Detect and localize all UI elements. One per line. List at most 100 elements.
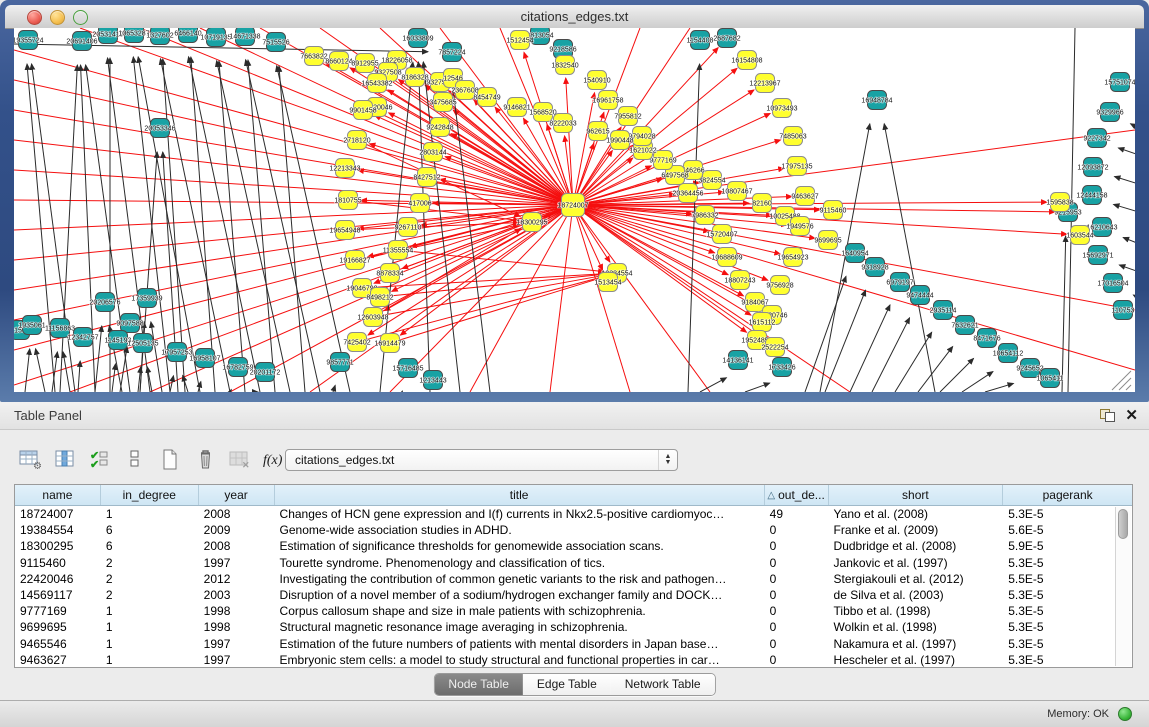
tab-network-table[interactable]: Network Table xyxy=(611,674,715,695)
select-all-icon[interactable]: ✔✔ xyxy=(86,445,114,473)
memory-status-indicator[interactable] xyxy=(1118,707,1132,721)
graph-node-label: 15716485 xyxy=(392,366,423,373)
table-cell: 1 xyxy=(101,507,199,521)
graph-node-label: 1512454 xyxy=(506,38,533,45)
table-panel-header: Table Panel ✕ xyxy=(0,402,1149,430)
table-cell: 0 xyxy=(765,653,829,667)
delete-column-icon[interactable] xyxy=(191,445,219,473)
graph-edge xyxy=(805,276,846,392)
unselect-all-icon[interactable] xyxy=(121,445,149,473)
table-row[interactable]: 2242004622012Investigating the contribut… xyxy=(15,571,1132,587)
graph-node-label: 10807467 xyxy=(721,189,752,196)
table-cell: Hescheler et al. (1997) xyxy=(829,653,1004,667)
graph-node-label: 16914479 xyxy=(374,341,405,348)
delete-table-icon[interactable]: ✕ xyxy=(226,445,254,473)
float-panel-icon[interactable] xyxy=(1100,409,1115,422)
graph-node-label: 8471676 xyxy=(973,336,1000,343)
close-panel-icon[interactable]: ✕ xyxy=(1125,405,1138,427)
memory-status-label: Memory: OK xyxy=(1047,708,1109,720)
table-cell: 1 xyxy=(101,604,199,618)
column-header-year[interactable]: year xyxy=(199,485,275,505)
window-titlebar[interactable]: citations_edges.txt xyxy=(5,5,1144,29)
graph-node-label: 962615 xyxy=(586,129,609,136)
graph-node-label: 18807243 xyxy=(724,278,755,285)
graph-node-label: 12505135 xyxy=(127,341,158,348)
network-graph[interactable]: 1935572420691406205314191065328713276026… xyxy=(14,28,1135,392)
close-window-button[interactable] xyxy=(27,10,42,25)
dropdown-stepper-icon: ▲▼ xyxy=(658,450,677,470)
graph-edge xyxy=(36,349,45,392)
network-canvas[interactable]: 1935572420691406205314191065328713276026… xyxy=(14,28,1135,392)
graph-node-label: 6497568 xyxy=(661,173,688,180)
graph-edge xyxy=(872,318,910,392)
graph-edge xyxy=(333,385,335,392)
graph-node-label: 8660124 xyxy=(325,59,352,66)
graph-edge xyxy=(1119,265,1135,273)
table-cell: 2 xyxy=(101,572,199,586)
new-table-icon[interactable] xyxy=(156,445,184,473)
table-row[interactable]: 946554611997Estimation of the future num… xyxy=(15,636,1132,652)
table-cell: Yano et al. (2008) xyxy=(829,507,1004,521)
graph-node-label: 10973493 xyxy=(766,106,797,113)
tab-edge-table[interactable]: Edge Table xyxy=(523,674,611,695)
table-cell: 9465546 xyxy=(15,637,101,651)
table-body: 1872400712008Changes of HCN gene express… xyxy=(15,506,1132,668)
table-row[interactable]: 1938455462009Genome-wide association stu… xyxy=(15,522,1132,538)
table-row[interactable]: 977716911998Corpus callosum shape and si… xyxy=(15,603,1132,619)
table-scrollbar-thumb[interactable] xyxy=(1118,509,1128,539)
table-row[interactable]: 1830029562008Estimation of significance … xyxy=(15,538,1132,554)
table-row[interactable]: 946362711997Embryonic stem cells: a mode… xyxy=(15,652,1132,668)
tab-node-table[interactable]: Node Table xyxy=(434,674,523,695)
column-header-title[interactable]: title xyxy=(275,485,765,505)
column-header-pagerank[interactable]: pagerank xyxy=(1003,485,1132,505)
graph-node-label: 1065411 xyxy=(1037,376,1064,383)
graph-node-label: 16154808 xyxy=(731,58,762,65)
graph-node-label: 9329966 xyxy=(1096,110,1123,117)
svg-text:✕: ✕ xyxy=(242,460,250,469)
graph-node-label: 12213343 xyxy=(329,166,360,173)
zoom-window-button[interactable] xyxy=(73,10,88,25)
table-row[interactable]: 969969511998Structural magnetic resonanc… xyxy=(15,619,1132,635)
table-cell: 5.9E-5 xyxy=(1003,539,1132,553)
graph-node-label: 12444158 xyxy=(1076,193,1107,200)
table-row[interactable]: 1456911722003Disruption of a novel membe… xyxy=(15,587,1132,603)
graph-node-label: 7986332 xyxy=(691,213,718,220)
graph-edge xyxy=(1133,295,1135,300)
column-header-short[interactable]: short xyxy=(829,485,1004,505)
graph-node-label: 10719135 xyxy=(200,35,231,42)
table-scrollbar[interactable] xyxy=(1115,507,1131,666)
graph-node-label: 9756928 xyxy=(766,283,793,290)
graph-node-label: 8912955 xyxy=(351,61,378,68)
graph-node-label: 9901458 xyxy=(349,108,376,115)
minimize-window-button[interactable] xyxy=(50,10,65,25)
table-mode-icon[interactable]: ⚙ xyxy=(16,445,44,473)
graph-node-label: 17016504 xyxy=(1097,281,1128,288)
graph-node-label: 18300295 xyxy=(516,220,547,227)
table-row[interactable]: 911546021997Tourette syndrome. Phenomeno… xyxy=(15,555,1132,571)
svg-text:⚙: ⚙ xyxy=(33,461,41,469)
table-cell: 0 xyxy=(765,637,829,651)
graph-node-label: 3475685 xyxy=(429,100,456,107)
table-cell: Embryonic stem cells: a model to study s… xyxy=(275,653,765,667)
float-panel-icon-front xyxy=(1105,412,1115,422)
resize-grip-icon[interactable] xyxy=(1119,378,1131,390)
column-header-in_degree[interactable]: in_degree xyxy=(101,485,199,505)
column-header-out_de[interactable]: △out_de... xyxy=(765,485,829,505)
show-column-icon[interactable] xyxy=(51,445,79,473)
graph-node-label: 1154408 xyxy=(687,38,714,45)
table-cell: 1 xyxy=(101,637,199,651)
table-source-dropdown[interactable]: citations_edges.txt ▲▼ xyxy=(285,449,678,471)
graph-node-label: 12213967 xyxy=(749,81,780,88)
graph-node-label: 17957253 xyxy=(161,350,192,357)
graph-node-label: 8454749 xyxy=(473,95,500,102)
table-cell: 2 xyxy=(101,556,199,570)
graph-node-label: 9227342 xyxy=(1083,136,1110,143)
resize-grip-icon[interactable] xyxy=(1126,385,1131,390)
graph-edge xyxy=(25,349,30,392)
table-cell: Investigating the contribution of common… xyxy=(275,572,765,586)
table-row[interactable]: 1872400712008Changes of HCN gene express… xyxy=(15,506,1132,522)
application-window: citations_edges.txt 19355724206914062053… xyxy=(0,0,1149,727)
table-cell: 0 xyxy=(765,604,829,618)
column-header-name[interactable]: name xyxy=(15,485,101,505)
graph-edge xyxy=(1062,236,1066,392)
